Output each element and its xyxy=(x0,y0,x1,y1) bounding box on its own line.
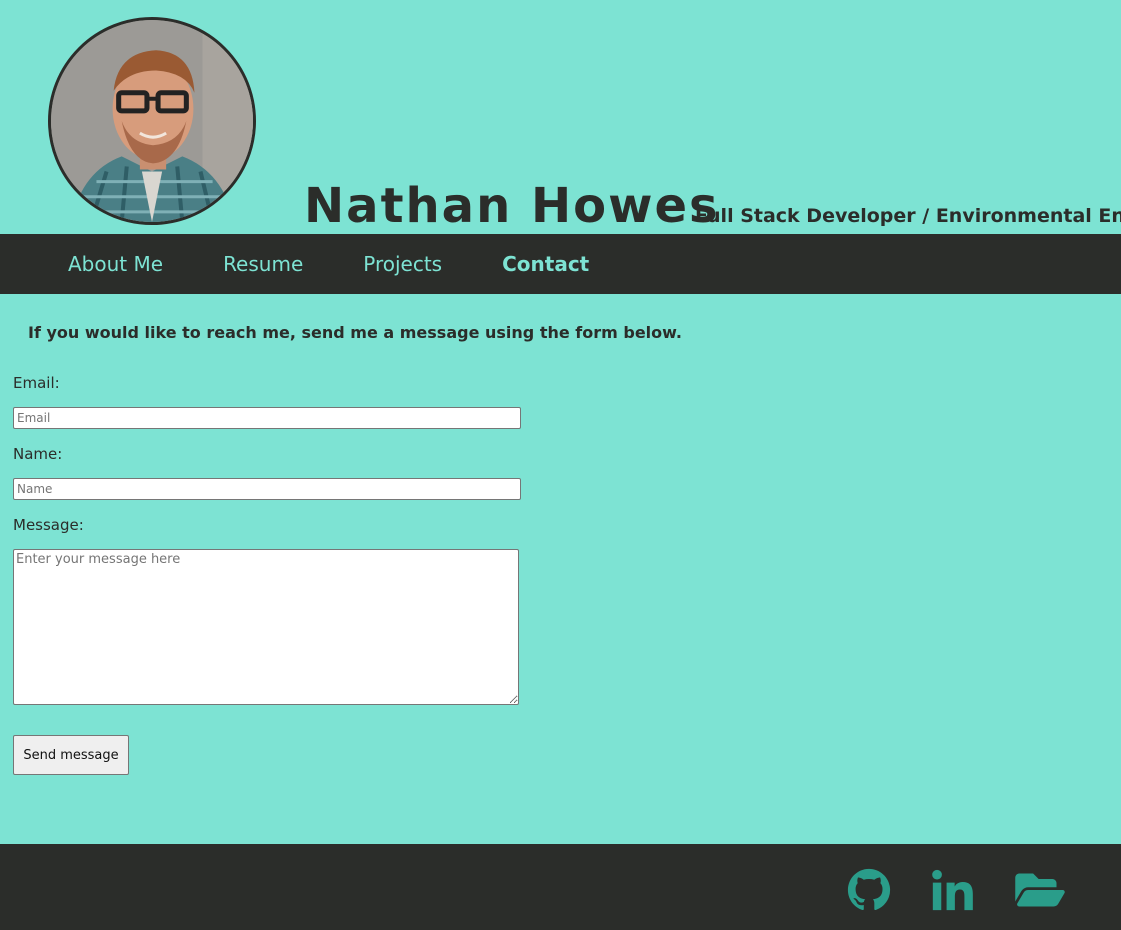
profile-photo xyxy=(48,17,256,225)
contact-intro: If you would like to reach me, send me a… xyxy=(28,323,682,342)
email-field[interactable] xyxy=(13,407,521,429)
send-message-button[interactable]: Send message xyxy=(13,735,129,775)
nav-contact[interactable]: Contact xyxy=(502,252,589,276)
footer xyxy=(0,844,1121,930)
main-nav: About Me Resume Projects Contact xyxy=(0,234,1121,294)
contact-section: If you would like to reach me, send me a… xyxy=(0,294,1121,844)
nav-about-me[interactable]: About Me xyxy=(68,252,163,276)
header: Nathan Howes Full Stack Developer / Envi… xyxy=(0,0,1121,234)
name-field[interactable] xyxy=(13,478,521,500)
site-name: Nathan Howes xyxy=(304,178,720,234)
name-label: Name: xyxy=(13,445,63,463)
linkedin-icon[interactable] xyxy=(930,868,976,912)
github-icon[interactable] xyxy=(847,868,891,912)
nav-resume[interactable]: Resume xyxy=(223,252,303,276)
folder-open-icon[interactable] xyxy=(1012,868,1068,912)
message-label: Message: xyxy=(13,516,84,534)
tagline: Full Stack Developer / Environmental Eng… xyxy=(695,205,1121,227)
nav-projects[interactable]: Projects xyxy=(363,252,442,276)
message-textarea[interactable] xyxy=(13,549,519,705)
email-label: Email: xyxy=(13,374,60,392)
